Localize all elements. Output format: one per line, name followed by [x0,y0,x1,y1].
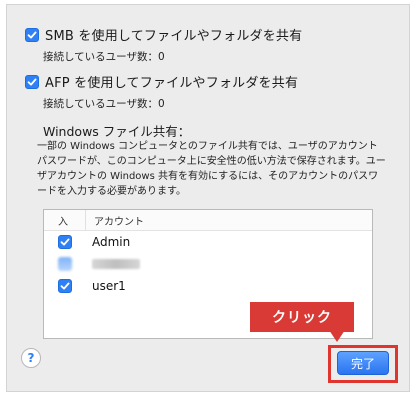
done-button[interactable]: 完了 [337,351,389,375]
smb-label: SMB を使用してファイルやフォルダを共有 [45,29,303,44]
column-header-enabled[interactable]: 入 [44,210,86,230]
account-name-redacted [86,259,140,269]
smb-connected-users: 接続しているユーザ数：0 [43,51,165,63]
column-header-account[interactable]: アカウント [86,213,144,228]
check-icon [60,238,70,246]
callout-pointer [329,330,345,342]
click-callout: クリック [250,302,354,332]
file-sharing-options-sheet: SMB を使用してファイルやフォルダを共有 接続しているユーザ数：0 AFP を… [6,4,410,392]
afp-option[interactable]: AFP を使用してファイルやフォルダを共有 [25,72,298,91]
smb-checkbox[interactable] [25,27,39,42]
table-row[interactable]: Admin [44,231,372,253]
question-icon: ? [27,351,35,365]
windows-sharing-description: 一部の Windows コンピュータとのファイル共有では、ユーザのアカウントパス… [37,141,386,197]
account-name: Admin [92,235,131,249]
smb-option[interactable]: SMB を使用してファイルやフォルダを共有 [25,25,302,44]
afp-label: AFP を使用してファイルやフォルダを共有 [45,76,299,91]
account-enable-checkbox[interactable] [58,235,72,249]
help-button[interactable]: ? [21,348,41,368]
afp-checkbox[interactable] [25,74,39,89]
windows-sharing-title: Windows ファイル共有： [43,124,191,139]
table-row[interactable]: user1 [44,275,372,297]
check-icon [27,78,37,85]
account-enable-checkbox[interactable] [58,257,72,271]
table-header: 入 アカウント [44,210,372,231]
check-icon [60,282,70,290]
afp-connected-users: 接続しているユーザ数：0 [43,98,165,110]
redacted-name-blur [92,259,140,269]
check-icon [27,31,37,38]
account-name: user1 [92,279,126,293]
table-row[interactable] [44,253,372,275]
account-enable-checkbox[interactable] [58,279,72,293]
